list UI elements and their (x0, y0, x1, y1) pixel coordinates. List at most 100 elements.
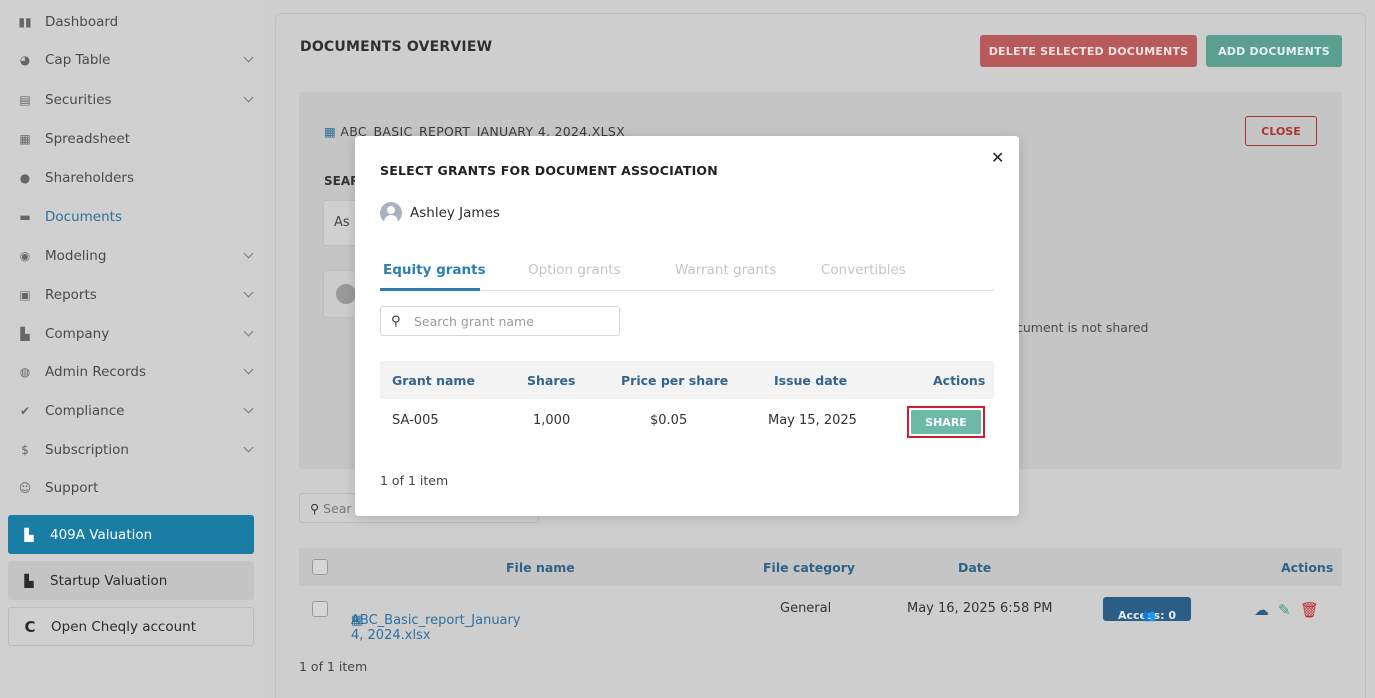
grant-name-cell: SA-005 (392, 413, 439, 428)
sidebar-item-label: Cap Table (45, 52, 111, 68)
open-cheqly-label: Open Cheqly account (51, 618, 197, 635)
shares-cell: 1,000 (533, 413, 571, 428)
select-all-checkbox[interactable] (312, 559, 328, 575)
valuation-409a-label: 409A Valuation (50, 526, 153, 543)
records-icon: ◍ (19, 365, 31, 379)
cheqly-logo-icon: C (24, 617, 36, 636)
page-title: DOCUMENTS OVERVIEW (300, 39, 493, 55)
sidebar-item-label: Reports (45, 287, 97, 303)
document-icon: ▙ (24, 527, 34, 542)
sidebar-item-label: Securities (45, 92, 112, 108)
pagination-info: 1 of 1 item (299, 659, 368, 674)
sidebar-item-subscription[interactable]: $ Subscription (18, 439, 258, 461)
sidebar-item-documents[interactable]: ▬ Documents (18, 206, 258, 228)
date-cell: May 16, 2025 6:58 PM (907, 601, 1053, 616)
col-issue-date: Issue date (774, 373, 848, 388)
price-cell: $0.05 (650, 413, 688, 428)
chevron-down-icon (243, 442, 254, 453)
valuation-409a-button[interactable]: ▙ 409A Valuation (8, 515, 254, 554)
chevron-down-icon (243, 52, 254, 63)
sidebar-item-reports[interactable]: ▣ Reports (18, 284, 258, 306)
sidebar-item-spreadsheet[interactable]: ▦ Spreadsheet (18, 128, 258, 150)
access-badge[interactable]: Access: 0 👥 (1103, 597, 1191, 622)
modal-user: Ashley James (380, 202, 500, 224)
building-icon: ▙ (20, 327, 30, 341)
share-button[interactable]: SHARE (911, 410, 981, 434)
col-actions: Actions (933, 373, 986, 388)
report-icon: ▣ (19, 288, 31, 302)
chevron-down-icon (243, 248, 254, 259)
delete-selected-documents-button[interactable]: DELETE SELECTED DOCUMENTS (980, 35, 1197, 67)
avatar (380, 202, 402, 224)
sidebar-item-modeling[interactable]: ◉ Modeling (18, 245, 258, 267)
pagination-info: 1 of 1 item (380, 473, 449, 488)
sidebar-item-support[interactable]: ☺ Support (18, 477, 258, 499)
support-icon: ☺ (18, 481, 32, 495)
open-cheqly-account-button[interactable]: C Open Cheqly account (8, 607, 254, 646)
close-icon[interactable]: ✕ (991, 148, 1004, 167)
search-icon: ⚲ (391, 314, 401, 329)
download-icon[interactable]: ☁ (1254, 601, 1269, 619)
grant-search-input[interactable]: ⚲ Search grant name (380, 306, 620, 336)
sidebar-item-label: Company (45, 326, 110, 342)
col-grant-name: Grant name (392, 373, 475, 388)
pie-chart-icon: ◕ (19, 53, 31, 67)
sidebar-item-label: Shareholders (45, 170, 134, 186)
lightbulb-icon: ◉ (19, 249, 31, 263)
add-documents-button[interactable]: ADD DOCUMENTS (1206, 35, 1342, 67)
grants-table-header: Grant name Shares Price per share Issue … (380, 361, 994, 399)
sidebar-item-label: Modeling (45, 248, 107, 264)
table-row: ▦ ABC_Basic_report_January 4, 2024.xlsx … (299, 589, 1342, 643)
chevron-down-icon (243, 403, 254, 414)
sidebar: ▮▮ Dashboard ◕ Cap Table ▤ Securities ▦ … (0, 0, 262, 698)
edit-icon[interactable]: ✎ (1278, 601, 1291, 619)
check-shield-icon: ✔ (19, 404, 31, 418)
chevron-down-icon (243, 92, 254, 103)
startup-valuation-button[interactable]: ▙ Startup Valuation (8, 561, 254, 600)
sidebar-item-admin-records[interactable]: ◍ Admin Records (18, 361, 258, 383)
row-checkbox[interactable] (312, 601, 328, 617)
col-file-category: File category (763, 560, 856, 575)
trash-icon[interactable]: 🗑 (1300, 601, 1319, 619)
clipboard-icon: ▤ (19, 93, 31, 107)
sidebar-item-company[interactable]: ▙ Company (18, 323, 258, 345)
avatar (336, 284, 356, 304)
sidebar-item-label: Compliance (45, 403, 125, 419)
tab-equity-grants[interactable]: Equity grants (383, 262, 486, 278)
sidebar-item-label: Subscription (45, 442, 129, 458)
sidebar-item-dashboard[interactable]: ▮▮ Dashboard (18, 11, 258, 33)
col-actions: Actions (1281, 560, 1334, 575)
startup-valuation-label: Startup Valuation (50, 572, 168, 589)
spreadsheet-icon: ▦ (19, 132, 31, 146)
col-date: Date (958, 560, 992, 575)
tab-option-grants[interactable]: Option grants (528, 262, 621, 278)
sidebar-item-securities[interactable]: ▤ Securities (18, 89, 258, 111)
user-icon: ● (19, 171, 31, 185)
grant-tabs: Equity grants Option grants Warrant gran… (380, 254, 994, 291)
sidebar-item-label: Support (45, 480, 99, 496)
sidebar-item-label: Admin Records (45, 364, 146, 380)
chevron-down-icon (243, 287, 254, 298)
chevron-down-icon (243, 364, 254, 375)
modal-title: SELECT GRANTS FOR DOCUMENT ASSOCIATION (380, 163, 718, 178)
table-row: SA-005 1,000 $0.05 May 15, 2025 SHARE (380, 401, 994, 441)
folder-icon: ▬ (19, 210, 31, 224)
sidebar-item-cap-table[interactable]: ◕ Cap Table (18, 49, 258, 71)
tab-warrant-grants[interactable]: Warrant grants (675, 262, 776, 278)
select-grants-modal: SELECT GRANTS FOR DOCUMENT ASSOCIATION ✕… (355, 136, 1019, 516)
sidebar-item-label: Spreadsheet (45, 131, 131, 147)
dollar-icon: $ (21, 443, 29, 457)
sidebar-item-label: Documents (45, 209, 122, 225)
col-price-per-share: Price per share (621, 373, 729, 388)
close-button[interactable]: CLOSE (1245, 116, 1317, 146)
user-name: Ashley James (410, 205, 500, 221)
tab-convertibles[interactable]: Convertibles (821, 262, 906, 278)
col-shares: Shares (527, 373, 576, 388)
sidebar-item-shareholders[interactable]: ● Shareholders (18, 167, 258, 189)
col-file-name: File name (506, 560, 575, 575)
file-category-cell: General (780, 601, 832, 616)
dashboard-icon: ▮▮ (18, 15, 32, 29)
issue-date-cell: May 15, 2025 (768, 413, 857, 428)
documents-table-header: File name File category Date Actions (299, 548, 1342, 586)
sidebar-item-compliance[interactable]: ✔ Compliance (18, 400, 258, 422)
